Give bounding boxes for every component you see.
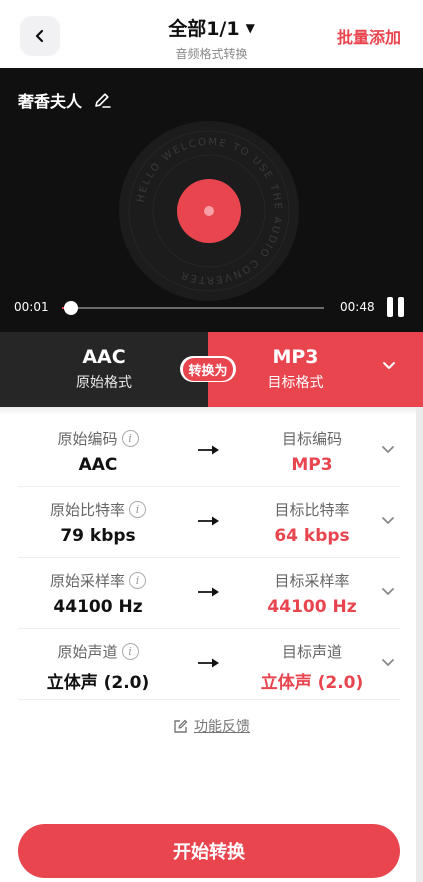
convert-label: 转换为 [183, 357, 233, 381]
current-time: 00:01 [14, 300, 49, 314]
source-format: AAC 原始格式 [0, 332, 208, 407]
pause-button[interactable] [386, 297, 406, 319]
pencil-icon[interactable] [92, 90, 112, 110]
source-bitrate-label: 原始比特率 [49, 501, 125, 519]
pause-icon-left-bar [387, 297, 393, 317]
detail-row-codec[interactable]: 原始编码 i AAC 目标编码 MP3 [18, 416, 400, 487]
source-codec-label: 原始编码 [57, 430, 118, 448]
target-channels-label: 目标声道 [281, 643, 342, 661]
pause-icon-right-bar [398, 297, 404, 317]
source-channels-label: 原始声道 [57, 643, 118, 661]
source-channels-label-wrap: 原始声道 i [57, 641, 139, 662]
feedback-area: 功能反馈 [0, 716, 423, 738]
source-codec-value: AAC [78, 455, 118, 475]
batch-add-button[interactable]: 批量添加 [337, 24, 401, 48]
target-bitrate: 目标比特率 64 kbps [244, 499, 380, 546]
track-name-text: 奢香夫人 [18, 92, 83, 111]
arrow-right-icon [198, 587, 219, 597]
source-format-name: AAC [82, 346, 126, 368]
source-bitrate-value: 79 kbps [60, 526, 136, 546]
page-title: 全部1/1 [168, 18, 240, 40]
chevron-down-icon[interactable] [381, 358, 397, 374]
source-codec: 原始编码 i AAC [18, 428, 178, 475]
feedback-icon [174, 719, 188, 733]
source-bitrate: 原始比特率 i 79 kbps [18, 499, 178, 546]
track-title: 奢香夫人 [18, 88, 112, 112]
arrow-right-icon [198, 445, 219, 455]
target-codec-label: 目标编码 [281, 430, 342, 448]
target-codec: 目标编码 MP3 [244, 428, 380, 475]
top-bar: 全部1/1 ▼ 音频格式转换 批量添加 [0, 0, 423, 68]
source-bitrate-label-wrap: 原始比特率 i [50, 499, 146, 520]
arrow-right-icon [198, 658, 219, 668]
source-sample-rate-label: 原始采样率 [49, 572, 125, 590]
target-sample-rate-label: 目标采样率 [274, 572, 350, 590]
info-icon[interactable]: i [121, 430, 139, 447]
seek-handle[interactable] [64, 301, 79, 315]
target-sample-rate-value: 44100 Hz [267, 597, 357, 617]
source-codec-label-wrap: 原始编码 i [57, 428, 139, 449]
source-sample-rate-value: 44100 Hz [53, 597, 143, 617]
info-icon[interactable]: i [121, 643, 139, 660]
audio-player: 奢香夫人 HELLO WELCOME TO USE THE AUDIO CONV… [0, 68, 423, 332]
detail-row-bitrate[interactable]: 原始比特率 i 79 kbps 目标比特率 64 kbps [18, 487, 400, 558]
scrollbar-track[interactable] [416, 407, 423, 882]
target-format[interactable]: MP3 目标格式 [208, 332, 423, 407]
target-channels-value: 立体声 (2.0) [260, 673, 364, 693]
divider-shadow [0, 407, 423, 415]
chevron-down-icon[interactable] [380, 513, 396, 529]
chevron-down-icon[interactable] [380, 584, 396, 600]
total-time: 00:48 [340, 300, 375, 314]
target-channels: 目标声道 立体声 (2.0) [244, 641, 380, 693]
vinyl-disc: HELLO WELCOME TO USE THE AUDIO CONVERTER [119, 121, 299, 301]
seek-bar[interactable] [62, 301, 324, 315]
feedback-link[interactable]: 功能反馈 [173, 716, 250, 736]
info-icon[interactable]: i [129, 572, 146, 589]
detail-row-channels[interactable]: 原始声道 i 立体声 (2.0) 目标声道 立体声 (2.0) [18, 629, 400, 700]
start-convert-button[interactable]: 开始转换 [18, 824, 400, 878]
chevron-down-icon[interactable] [380, 655, 396, 671]
feedback-text: 功能反馈 [194, 719, 250, 735]
arrow-right-icon [198, 516, 219, 526]
source-sample-rate: 原始采样率 i 44100 Hz [18, 570, 178, 617]
convert-badge: 转换为 [180, 356, 236, 382]
file-selector[interactable]: 全部1/1 ▼ [168, 14, 255, 41]
caret-down-icon: ▼ [245, 20, 255, 35]
chevron-down-icon[interactable] [380, 442, 396, 458]
source-channels: 原始声道 i 立体声 (2.0) [18, 641, 178, 693]
detail-row-sample-rate[interactable]: 原始采样率 i 44100 Hz 目标采样率 44100 Hz [18, 558, 400, 629]
target-bitrate-label: 目标比特率 [274, 501, 350, 519]
source-format-label: 原始格式 [76, 375, 132, 391]
source-sample-rate-label-wrap: 原始采样率 i [50, 570, 146, 591]
source-channels-value: 立体声 (2.0) [46, 673, 150, 693]
target-sample-rate: 目标采样率 44100 Hz [244, 570, 380, 617]
target-codec-value: MP3 [291, 455, 333, 475]
target-bitrate-value: 64 kbps [274, 526, 350, 546]
info-icon[interactable]: i [129, 501, 146, 518]
target-format-label: 目标格式 [267, 375, 324, 391]
